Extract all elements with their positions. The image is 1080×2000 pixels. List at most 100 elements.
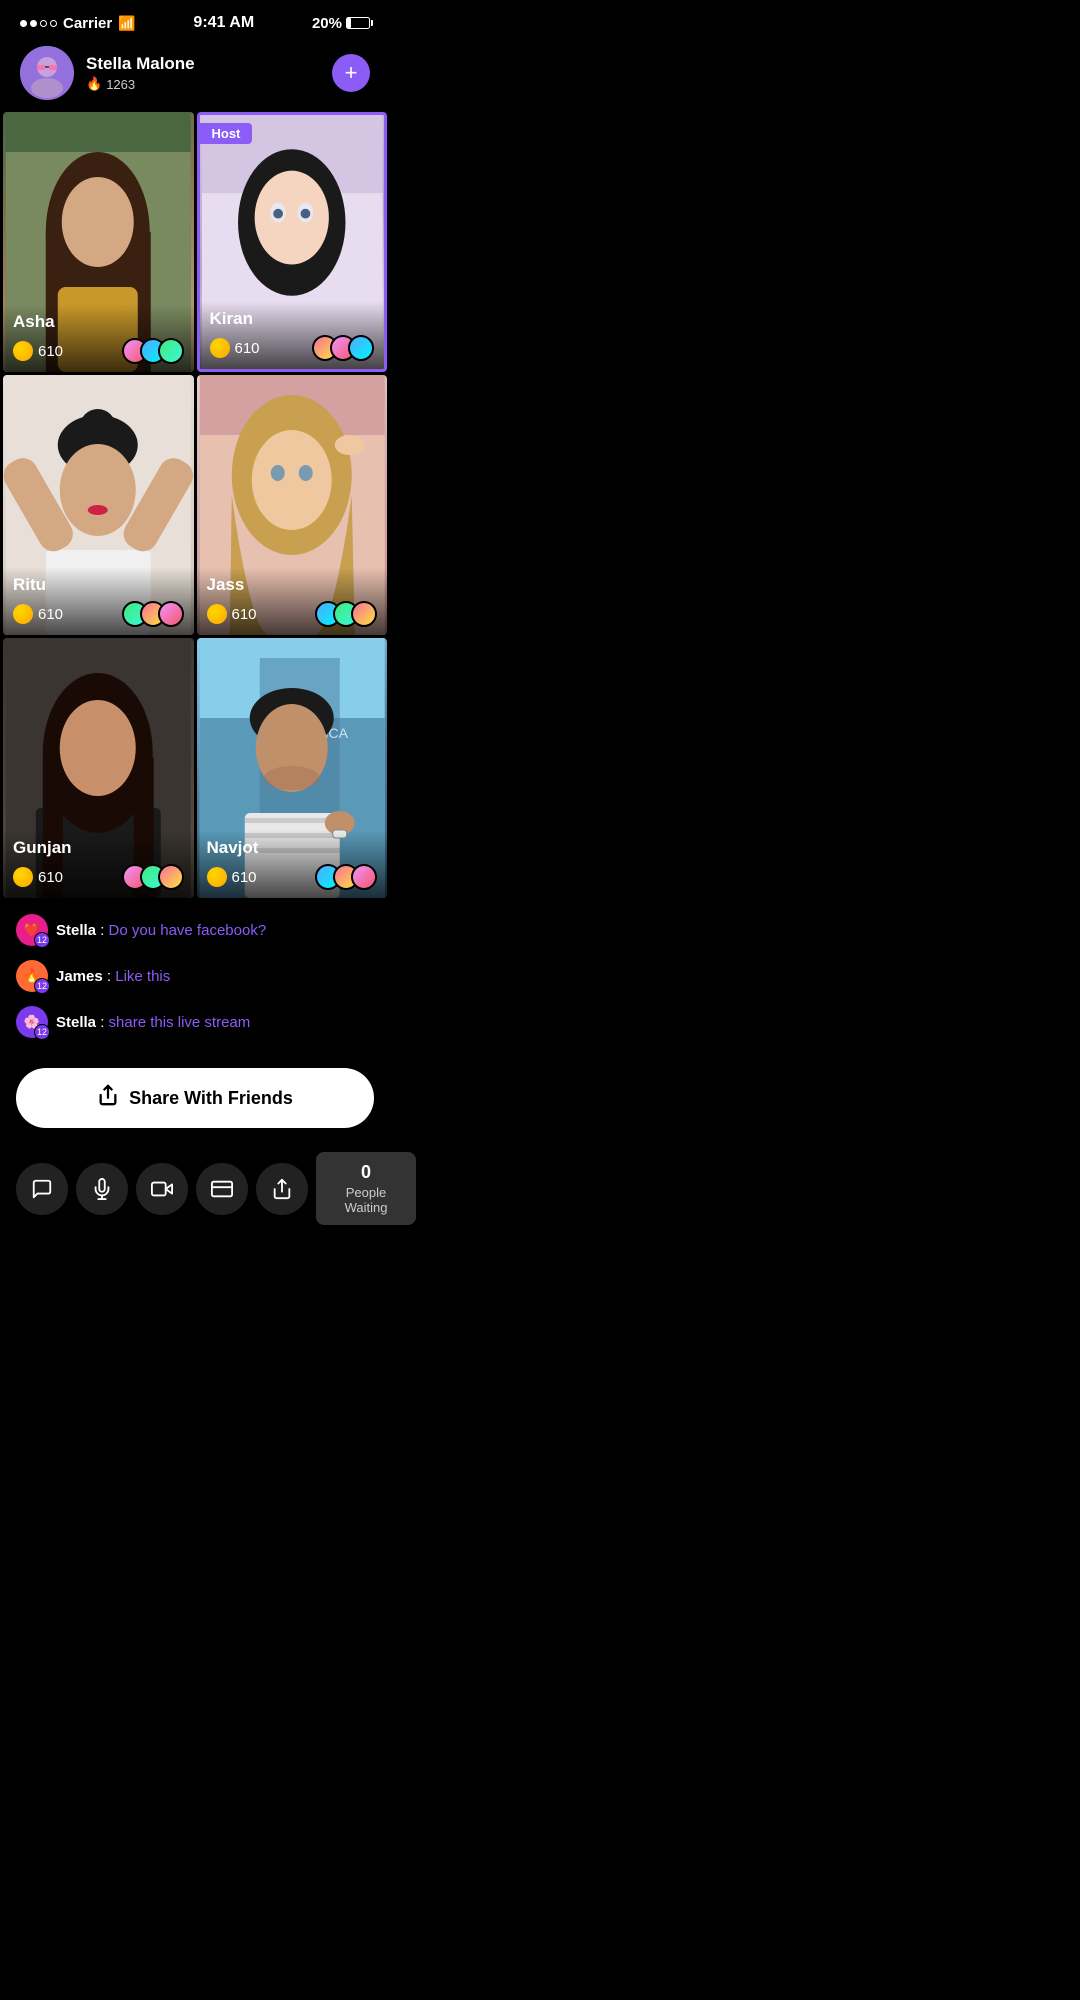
chat-button[interactable] bbox=[16, 1163, 68, 1215]
status-left: Carrier 📶 bbox=[20, 15, 136, 32]
stream-cell-navjot[interactable]: OUPANCA Navjot 610 bbox=[197, 638, 388, 898]
coin-value-ritu: 610 bbox=[38, 606, 63, 623]
viewer-avatars-kiran bbox=[312, 335, 374, 361]
chat-text-3: Stella : share this live stream bbox=[56, 1014, 250, 1031]
cell-bottom-navjot: Navjot 610 bbox=[197, 830, 388, 898]
cell-name-jass: Jass bbox=[207, 575, 378, 595]
coin-count-navjot: 610 bbox=[207, 867, 257, 887]
profile-score-value: 1263 bbox=[106, 77, 135, 92]
viewer-avatars-navjot bbox=[315, 864, 377, 890]
cell-stats-ritu: 610 bbox=[13, 601, 184, 627]
chat-badge-2: 🔥 12 bbox=[16, 960, 48, 992]
waiting-box: 0 People Waiting bbox=[316, 1152, 416, 1225]
stream-grid: Asha 610 bbox=[0, 112, 390, 898]
stream-cell-gunjan[interactable]: Gunjan 610 bbox=[3, 638, 194, 898]
signal-dot-3 bbox=[40, 20, 47, 27]
wifi-icon: 📶 bbox=[118, 15, 135, 32]
battery-fill bbox=[347, 18, 351, 28]
cell-name-gunjan: Gunjan bbox=[13, 838, 184, 858]
cell-stats-navjot: 610 bbox=[207, 864, 378, 890]
viewer-avatars-jass bbox=[315, 601, 377, 627]
chat-message-1: ❤️ 12 Stella : Do you have facebook? bbox=[16, 914, 374, 946]
cell-bottom-ritu: Ritu 610 bbox=[3, 567, 194, 635]
cell-bottom-asha: Asha 610 bbox=[3, 304, 194, 372]
viewer-avatars-ritu bbox=[122, 601, 184, 627]
coin-count-ritu: 610 bbox=[13, 604, 63, 624]
share-with-friends-button[interactable]: Share With Friends bbox=[16, 1068, 374, 1128]
chat-badge-1: ❤️ 12 bbox=[16, 914, 48, 946]
profile-avatar bbox=[20, 46, 74, 100]
cell-stats-jass: 610 bbox=[207, 601, 378, 627]
cell-name-kiran: Kiran bbox=[210, 309, 375, 329]
stream-cell-asha[interactable]: Asha 610 bbox=[3, 112, 194, 372]
cell-name-navjot: Navjot bbox=[207, 838, 378, 858]
waiting-count: 0 bbox=[334, 1162, 398, 1183]
battery-percent: 20% bbox=[312, 15, 342, 32]
profile-info: Stella Malone 🔥 1263 bbox=[86, 54, 320, 92]
profile-bar: Stella Malone 🔥 1263 + bbox=[0, 38, 390, 112]
coin-count-kiran: 610 bbox=[210, 338, 260, 358]
chat-user-3: Stella bbox=[56, 1014, 96, 1031]
coin-count-asha: 610 bbox=[13, 341, 63, 361]
viewer-avatars-asha bbox=[122, 338, 184, 364]
signal-dot-4 bbox=[50, 20, 57, 27]
chat-msg-1: Do you have facebook? bbox=[109, 922, 267, 939]
coin-value-gunjan: 610 bbox=[38, 869, 63, 886]
cell-name-asha: Asha bbox=[13, 312, 184, 332]
bottom-bar: 0 People Waiting bbox=[0, 1140, 390, 1245]
cell-bottom-kiran: Kiran 610 bbox=[200, 301, 385, 369]
viewer-avatar-3 bbox=[158, 338, 184, 364]
cell-stats-gunjan: 610 bbox=[13, 864, 184, 890]
wallet-button[interactable] bbox=[196, 1163, 248, 1215]
coin-icon-asha bbox=[13, 341, 33, 361]
viewer-avatars-gunjan bbox=[122, 864, 184, 890]
coin-value-kiran: 610 bbox=[235, 340, 260, 357]
stream-cell-jass[interactable]: Jass 610 bbox=[197, 375, 388, 635]
status-bar: Carrier 📶 9:41 AM 20% bbox=[0, 0, 390, 38]
chat-section: ❤️ 12 Stella : Do you have facebook? 🔥 1… bbox=[0, 898, 390, 1038]
chat-user-1: Stella bbox=[56, 922, 96, 939]
cell-stats-asha: 610 bbox=[13, 338, 184, 364]
signal-dots bbox=[20, 20, 57, 27]
coin-value-navjot: 610 bbox=[232, 869, 257, 886]
chat-badge-num-3: 12 bbox=[34, 1024, 50, 1040]
profile-score: 🔥 1263 bbox=[86, 76, 320, 92]
coin-icon-navjot bbox=[207, 867, 227, 887]
cell-stats-kiran: 610 bbox=[210, 335, 375, 361]
stream-cell-kiran[interactable]: Host Kiran 610 bbox=[197, 112, 388, 372]
chat-badge-3: 🌸 12 bbox=[16, 1006, 48, 1038]
viewer-avatar-g3 bbox=[158, 864, 184, 890]
chat-msg-2: Like this bbox=[115, 968, 170, 985]
signal-dot-2 bbox=[30, 20, 37, 27]
stream-cell-ritu[interactable]: Ritu 610 bbox=[3, 375, 194, 635]
share-button[interactable] bbox=[256, 1163, 308, 1215]
chat-badge-num-1: 12 bbox=[34, 932, 50, 948]
profile-name: Stella Malone bbox=[86, 54, 320, 74]
coin-icon-gunjan bbox=[13, 867, 33, 887]
viewer-avatar-n3 bbox=[351, 864, 377, 890]
chat-badge-num-2: 12 bbox=[34, 978, 50, 994]
chat-text-2: James : Like this bbox=[56, 968, 170, 985]
share-btn-icon bbox=[97, 1084, 119, 1112]
share-btn-container: Share With Friends bbox=[0, 1052, 390, 1140]
waiting-label: People Waiting bbox=[334, 1185, 398, 1215]
cell-bottom-jass: Jass 610 bbox=[197, 567, 388, 635]
coin-value-asha: 610 bbox=[38, 343, 63, 360]
add-button[interactable]: + bbox=[332, 54, 370, 92]
status-right: 20% bbox=[312, 15, 370, 32]
chat-message-3: 🌸 12 Stella : share this live stream bbox=[16, 1006, 374, 1038]
viewer-avatar-k3 bbox=[348, 335, 374, 361]
viewer-avatar-r3 bbox=[158, 601, 184, 627]
viewer-avatar-j3 bbox=[351, 601, 377, 627]
status-time: 9:41 AM bbox=[193, 14, 254, 32]
coin-icon-ritu bbox=[13, 604, 33, 624]
battery-icon bbox=[346, 17, 370, 29]
flame-icon: 🔥 bbox=[86, 76, 102, 92]
cell-bottom-gunjan: Gunjan 610 bbox=[3, 830, 194, 898]
share-btn-label: Share With Friends bbox=[129, 1088, 293, 1109]
signal-dot-1 bbox=[20, 20, 27, 27]
mic-button[interactable] bbox=[76, 1163, 128, 1215]
chat-message-2: 🔥 12 James : Like this bbox=[16, 960, 374, 992]
carrier-label: Carrier bbox=[63, 15, 112, 32]
video-button[interactable] bbox=[136, 1163, 188, 1215]
